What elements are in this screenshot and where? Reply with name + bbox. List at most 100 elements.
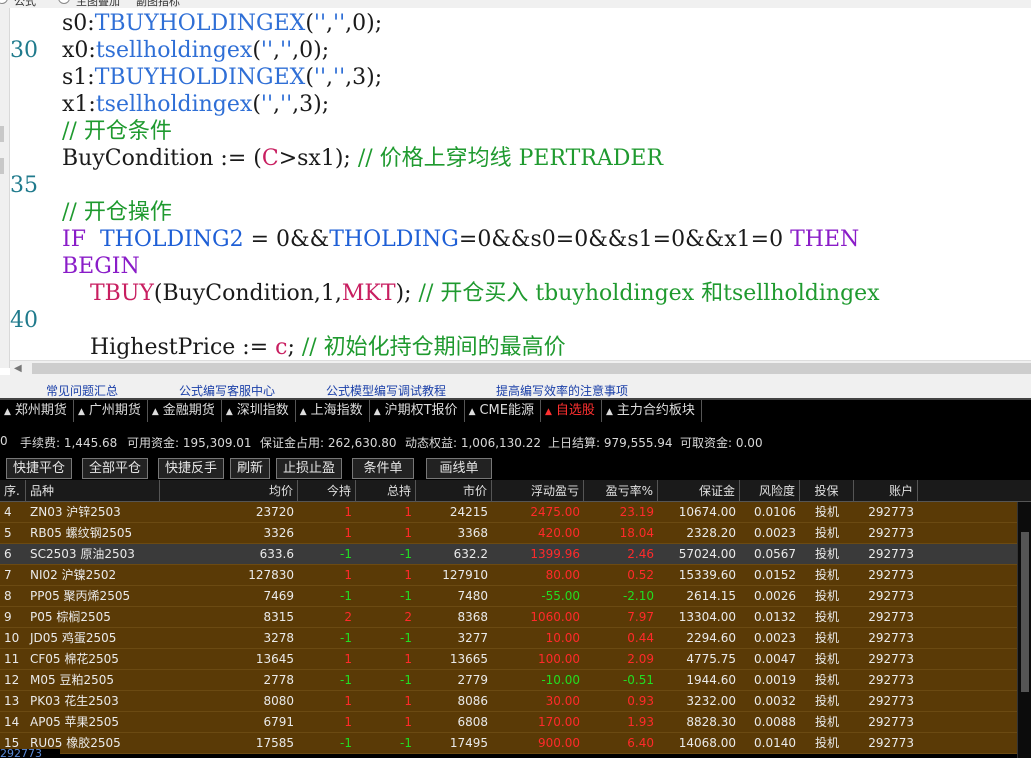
cell-avg: 127830: [248, 568, 294, 582]
close-all-button[interactable]: 全部平仓: [82, 458, 148, 479]
code-line[interactable]: TBUY(BuyCondition,1,MKT); // 开仓买入 tbuyho…: [10, 280, 1030, 307]
table-row[interactable]: 10 JD05 鸡蛋2505 3278 -1 -1 3277 10.00 0.44 2294.6…: [0, 628, 1017, 649]
cell-price: 6808: [457, 715, 488, 729]
refresh-button[interactable]: 刷新: [230, 458, 270, 479]
code-editor[interactable]: s0:TBUYHOLDINGEX('','',0); 30 x0:tsellhold…: [0, 8, 1031, 375]
table-row[interactable]: 12 M05 豆粕2505 2778 -1 -1 2779 -10.00 -0.51 1944.…: [0, 670, 1017, 691]
cell-risk: 0.0567: [754, 547, 796, 561]
quick-reverse-button[interactable]: 快捷反手: [158, 458, 224, 479]
code-line[interactable]: BuyCondition := (C>sx1); // 价格上穿均线 PERTR…: [10, 145, 1030, 172]
column-header[interactable]: 保证金: [658, 480, 740, 502]
code-line[interactable]: // 开仓条件: [10, 118, 1030, 145]
scroll-left-icon[interactable]: ◀: [14, 363, 22, 374]
code-line[interactable]: 30 x0:tsellholdingex('','',0);: [10, 37, 1030, 64]
quick-close-button[interactable]: 快捷平仓: [6, 458, 72, 479]
code-line[interactable]: 35: [10, 172, 1030, 199]
column-header[interactable]: 序.: [0, 480, 26, 502]
code-line[interactable]: x1:tsellholdingex('','',3);: [10, 91, 1030, 118]
link-faq[interactable]: 常见问题汇总: [46, 382, 118, 398]
tab-market-8[interactable]: ▲ 主力合约板块: [602, 400, 702, 422]
table-row[interactable]: 14 AP05 苹果2505 6791 1 1 6808 170.00 1.93 8828.30…: [0, 712, 1017, 733]
cell-price: 632.2: [453, 547, 488, 561]
table-row[interactable]: 13 PK03 花生2503 8080 1 1 8086 30.00 0.93 3232.00 0…: [0, 691, 1017, 712]
tab-market-6[interactable]: ▲ CME能源: [465, 400, 541, 422]
column-header[interactable]: 品种: [26, 480, 160, 502]
cell-idx: 5: [4, 526, 12, 540]
tab-label: 上海指数: [310, 403, 363, 418]
code-line[interactable]: 40: [10, 307, 1030, 334]
cell-price: 8086: [457, 694, 488, 708]
column-header[interactable]: 风险度: [740, 480, 800, 502]
code-token: '': [260, 38, 274, 63]
cell-hedge: 投机: [814, 589, 839, 603]
scrollbar-thumb[interactable]: [32, 363, 1031, 374]
tab-market-3[interactable]: ▲ 深圳指数: [222, 400, 296, 422]
stop-loss-button[interactable]: 止损止盈: [276, 458, 342, 479]
editor-horizontal-scrollbar[interactable]: ◀: [10, 360, 1031, 375]
cell-margin: 10674.00: [678, 505, 736, 519]
cell-price: 8368: [457, 610, 488, 624]
cell-acct: 292773: [868, 547, 914, 561]
cell-total: 2: [404, 610, 412, 624]
fee-value: 手续费: 1,445.68: [20, 436, 118, 450]
table-row[interactable]: 7 NI02 沪镍2502 127830 1 1 127910 80.00 0.52 15339…: [0, 565, 1017, 586]
cell-rate: -0.51: [622, 673, 654, 687]
tab-market-1[interactable]: ▲ 广州期货: [74, 400, 148, 422]
column-header[interactable]: 盈亏率%: [584, 480, 658, 502]
cell-hedge: 投机: [814, 673, 839, 687]
table-row[interactable]: 11 CF05 棉花2505 13645 1 1 13665 100.00 2.09 4775.…: [0, 649, 1017, 670]
cell-name: AP05 苹果2505: [30, 715, 120, 729]
tab-market-0[interactable]: ▲ 郑州期货: [0, 400, 74, 422]
cell-risk: 0.0026: [754, 589, 796, 603]
table-vertical-scrollbar[interactable]: [1017, 502, 1031, 758]
cell-price: 17495: [449, 736, 488, 750]
column-header[interactable]: 市价: [416, 480, 492, 502]
code-line[interactable]: BEGIN: [10, 253, 1030, 280]
line-order-button[interactable]: 画线单: [426, 458, 492, 479]
table-row[interactable]: 4 ZN03 沪锌2503 23720 1 1 24215 2475.00 23.19 1067…: [0, 502, 1017, 523]
cell-rate: 0.52: [627, 568, 654, 582]
conditional-order-button[interactable]: 条件单: [352, 458, 414, 479]
triangle-up-icon: ▲: [468, 407, 476, 417]
column-header[interactable]: 总持: [356, 480, 416, 502]
cell-pnl: 10.00: [545, 631, 580, 645]
table-row[interactable]: 6 SC2503 原油2503 633.6 -1 -1 632.2 1399.96 2.46 5…: [0, 544, 1017, 565]
column-header[interactable]: 账户: [854, 480, 918, 502]
cell-risk: 0.0132: [754, 610, 796, 624]
column-header[interactable]: 均价: [160, 480, 298, 502]
tab-market-4[interactable]: ▲ 上海指数: [296, 400, 370, 422]
code-line[interactable]: s1:TBUYHOLDINGEX('','',3);: [10, 64, 1030, 91]
code-token: '': [280, 92, 293, 117]
column-header[interactable]: 浮动盈亏: [492, 480, 584, 502]
cell-price: 3277: [457, 631, 488, 645]
column-header[interactable]: 投保: [800, 480, 854, 502]
tab-market-5[interactable]: ▲ 沪期权T报价: [370, 400, 465, 422]
code-line[interactable]: s0:TBUYHOLDINGEX('','',0);: [10, 10, 1030, 37]
link-debug-tutorial[interactable]: 公式模型编写调试教程: [326, 382, 446, 398]
tab-market-7[interactable]: ▲ 自选股: [541, 400, 602, 422]
table-row[interactable]: 5 RB05 螺纹钢2505 3326 1 1 3368 420.00 18.04 2328.2…: [0, 523, 1017, 544]
tab-market-2[interactable]: ▲ 金融期货: [148, 400, 222, 422]
cell-idx: 11: [4, 652, 20, 666]
table-row[interactable]: 9 P05 棕榈2505 8315 2 2 8368 1060.00 7.97 13304.00…: [0, 607, 1017, 628]
tab-label: 深圳指数: [236, 403, 289, 418]
table-row[interactable]: 15 RU05 橡胶2505 17585 -1 -1 17495 900.00 6.40 140…: [0, 733, 1017, 754]
scrollbar-thumb[interactable]: [1021, 532, 1029, 692]
cell-idx: 6: [4, 547, 12, 561]
code-token: tsellholdingex: [95, 38, 253, 63]
column-header[interactable]: 今持: [298, 480, 356, 502]
code-line[interactable]: // 开仓操作: [10, 199, 1030, 226]
cell-total: -1: [400, 547, 412, 561]
radio-formula[interactable]: [0, 0, 8, 4]
cell-hedge: 投机: [814, 505, 839, 519]
code-line[interactable]: IF THOLDING2 = 0&&THOLDING=0&&s0=0&&s1=0…: [10, 226, 1030, 253]
link-efficiency-tips[interactable]: 提高编写效率的注意事项: [496, 382, 628, 398]
radio-main-overlay[interactable]: [58, 0, 70, 4]
code-text: TBUY(BuyCondition,1,MKT); // 开仓买入 tbuyho…: [62, 280, 880, 307]
link-formula-service[interactable]: 公式编写客服中心: [179, 382, 275, 398]
mode-label-main-overlay: 主图叠加: [76, 0, 120, 8]
code-line[interactable]: HighestPrice := c; // 初始化持仓期间的最高价: [10, 334, 1030, 361]
table-row[interactable]: 8 PP05 聚丙烯2505 7469 -1 -1 7480 -55.00 -2.10 2614…: [0, 586, 1017, 607]
account-prefix: 0: [0, 434, 8, 448]
